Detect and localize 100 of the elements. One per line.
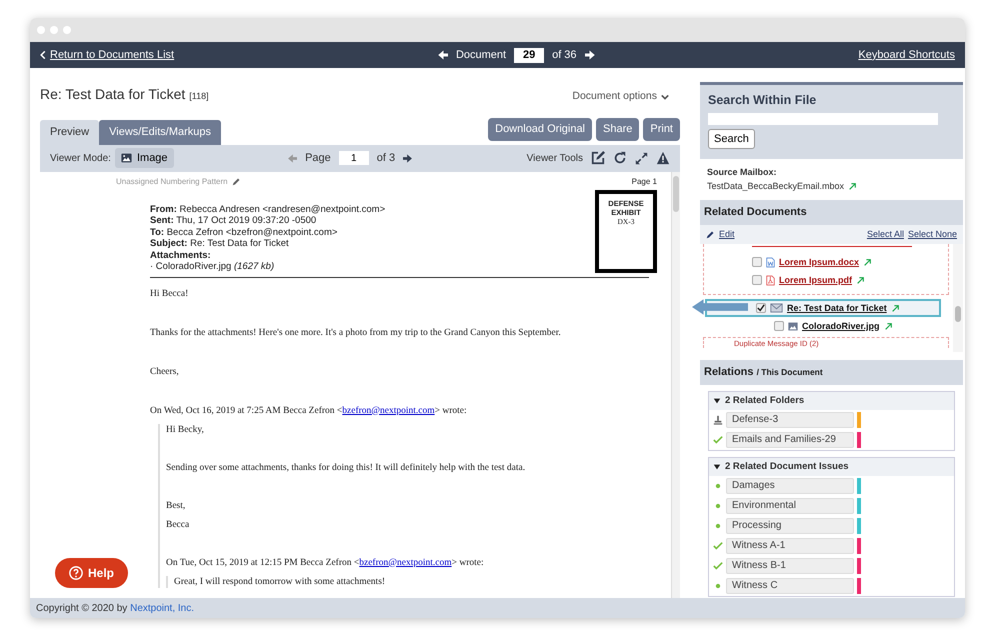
checkbox[interactable]: [756, 303, 766, 314]
image-icon: [788, 322, 798, 331]
pencil-icon[interactable]: [706, 230, 715, 239]
checkbox[interactable]: [774, 321, 784, 332]
tag-label: Witness B-1: [726, 558, 854, 574]
help-button[interactable]: Help: [55, 558, 128, 588]
page-label: Page: [305, 150, 331, 166]
pencil-icon[interactable]: [232, 177, 241, 186]
scrollbar-thumb[interactable]: [673, 176, 679, 212]
tag-label: Environmental: [726, 498, 854, 514]
search-title: Search Within File: [708, 92, 818, 109]
back-link[interactable]: Return to Documents List: [50, 46, 174, 64]
caret-down-icon[interactable]: [713, 396, 721, 405]
external-link-icon[interactable]: [863, 258, 872, 267]
caret-down-icon[interactable]: [713, 463, 721, 472]
page-number-field[interactable]: 1: [338, 151, 369, 165]
edit-link[interactable]: Edit: [719, 228, 735, 242]
email-paragraph: Hi Becca!: [150, 288, 190, 300]
email-paragraph: Best,: [166, 500, 186, 512]
document-link[interactable]: Lorem Ipsum.pdf: [779, 274, 852, 287]
document-label: Document: [456, 48, 506, 63]
keyboard-shortcuts-link[interactable]: Keyboard Shortcuts: [858, 46, 955, 64]
numbering-pattern-label: Unassigned Numbering Pattern: [116, 176, 228, 188]
reply-header: On Tue, Oct 15, 2019 at 12:15 PM Becca Zefron <bzefron@nextpoint.com> wrote:: [166, 556, 485, 568]
stamp-icon: [713, 415, 723, 425]
tag-label: Damages: [726, 478, 854, 494]
edit-icon[interactable]: [591, 151, 605, 165]
document-link[interactable]: Lorem Ipsum.docx: [779, 256, 860, 269]
external-link-icon[interactable]: [890, 304, 900, 313]
document-total: of 36: [552, 48, 577, 63]
tab[interactable]: Preview: [40, 120, 100, 144]
image-icon: [120, 153, 132, 163]
reply-header: On Wed, Oct 16, 2019 at 7:25 AM Becca Zefron <bzefron@nextpoint.com> wrote:: [150, 404, 468, 416]
email-header-line: To: Becca Zefron <bzefron@nextpoint.com>: [150, 226, 338, 238]
chevron-left-icon: [40, 50, 46, 60]
check-icon: [713, 541, 723, 552]
document-options-dropdown[interactable]: Document options: [571, 88, 670, 106]
document-title: Re: Test Data for Ticket: [40, 86, 186, 102]
action-button[interactable]: Download Original: [488, 118, 592, 140]
select-none-link[interactable]: Select None: [908, 228, 957, 242]
caret-down-icon: [661, 92, 669, 101]
document-link[interactable]: ColoradoRiver.jpg: [802, 320, 880, 333]
email-header-line: From: Rebecca Andresen <randresen@nextpoint.com>: [150, 204, 386, 215]
previous-page-icon[interactable]: [286, 152, 298, 164]
email-header-line: Sent: Thu, 17 Oct 2019 09:37:20 -0500: [150, 215, 318, 226]
tag-label: Emails and Families-29: [726, 432, 854, 448]
external-link-icon[interactable]: [848, 182, 858, 191]
email-paragraph: Cheers,: [150, 366, 180, 378]
attachment-line: · ColoradoRiver.jpg (1627 kb): [150, 261, 276, 272]
page-number-label: Page 1: [632, 176, 657, 188]
tag-label: Witness C: [726, 578, 854, 594]
arrow-right-icon[interactable]: [584, 49, 597, 61]
tag-label: Processing: [726, 518, 854, 534]
next-page-icon[interactable]: [403, 152, 414, 164]
expand-icon[interactable]: [635, 152, 648, 164]
email-paragraph: Becca: [166, 518, 190, 530]
checkbox[interactable]: [752, 275, 762, 286]
page-total: of 3: [376, 150, 396, 166]
warning-icon[interactable]: [656, 151, 670, 165]
email-paragraph: Hi Becky,: [166, 424, 205, 436]
tab[interactable]: Views/Edits/Markups: [99, 120, 222, 144]
help-icon: [69, 566, 83, 580]
word-file-icon: [766, 256, 775, 268]
tag-label: Defense-3: [726, 412, 854, 428]
external-link-icon[interactable]: [884, 322, 893, 331]
select-all-link[interactable]: Select All: [866, 228, 904, 242]
checkbox[interactable]: [752, 257, 762, 268]
arrow-left-icon[interactable]: [436, 49, 448, 61]
viewer-tools-label: Viewer Tools: [526, 152, 583, 166]
email-paragraph: Thanks for the attachments! Here's one more. It's a photo from my trip to the Grand Canyon this September.: [150, 326, 562, 338]
scrollbar-thumb[interactable]: [955, 306, 961, 322]
email-icon: [770, 303, 783, 314]
document-count: [118]: [189, 91, 209, 101]
viewer-mode-button[interactable]: Image: [114, 148, 174, 168]
relations-title: Relations: [704, 366, 754, 378]
copyright-text: Copyright © 2020 by: [36, 603, 128, 614]
related-documents-title: Related Documents: [700, 200, 963, 225]
check-icon: [713, 435, 723, 445]
email-paragraph: Great, I will respond tomorrow with some attachments!: [174, 576, 386, 588]
action-button[interactable]: Print: [643, 118, 680, 140]
search-field[interactable]: [708, 112, 938, 125]
email-link[interactable]: bzefron@nextpoint.com: [342, 406, 435, 416]
email-paragraph: Sending over some attachments, thanks for doing this! It will definitely help with the test data.: [166, 462, 526, 474]
tag-label: Witness A-1: [726, 538, 854, 554]
external-link-icon[interactable]: [856, 276, 866, 285]
company-link[interactable]: Nextpoint, Inc.: [130, 603, 194, 614]
action-button[interactable]: Share: [596, 118, 640, 140]
email-link[interactable]: bzefron@nextpoint.com: [359, 558, 452, 568]
search-button[interactable]: Search: [708, 128, 755, 150]
email-header-line: Subject: Re: Test Data for Ticket: [150, 238, 290, 250]
rotate-icon[interactable]: [613, 151, 627, 165]
source-mailbox-name: TestData_BeccaBeckyEmail.mbox: [707, 180, 844, 193]
attachments-label: Attachments:: [150, 250, 212, 261]
check-icon: [713, 561, 723, 572]
source-mailbox-label: Source Mailbox:: [707, 166, 778, 180]
pdf-file-icon: [766, 274, 775, 286]
document-number-field[interactable]: 29: [514, 48, 544, 62]
pointer-arrow: [692, 299, 748, 316]
viewer-mode-label: Viewer Mode:: [50, 152, 111, 166]
relations-subtitle: / This Document: [756, 367, 823, 378]
